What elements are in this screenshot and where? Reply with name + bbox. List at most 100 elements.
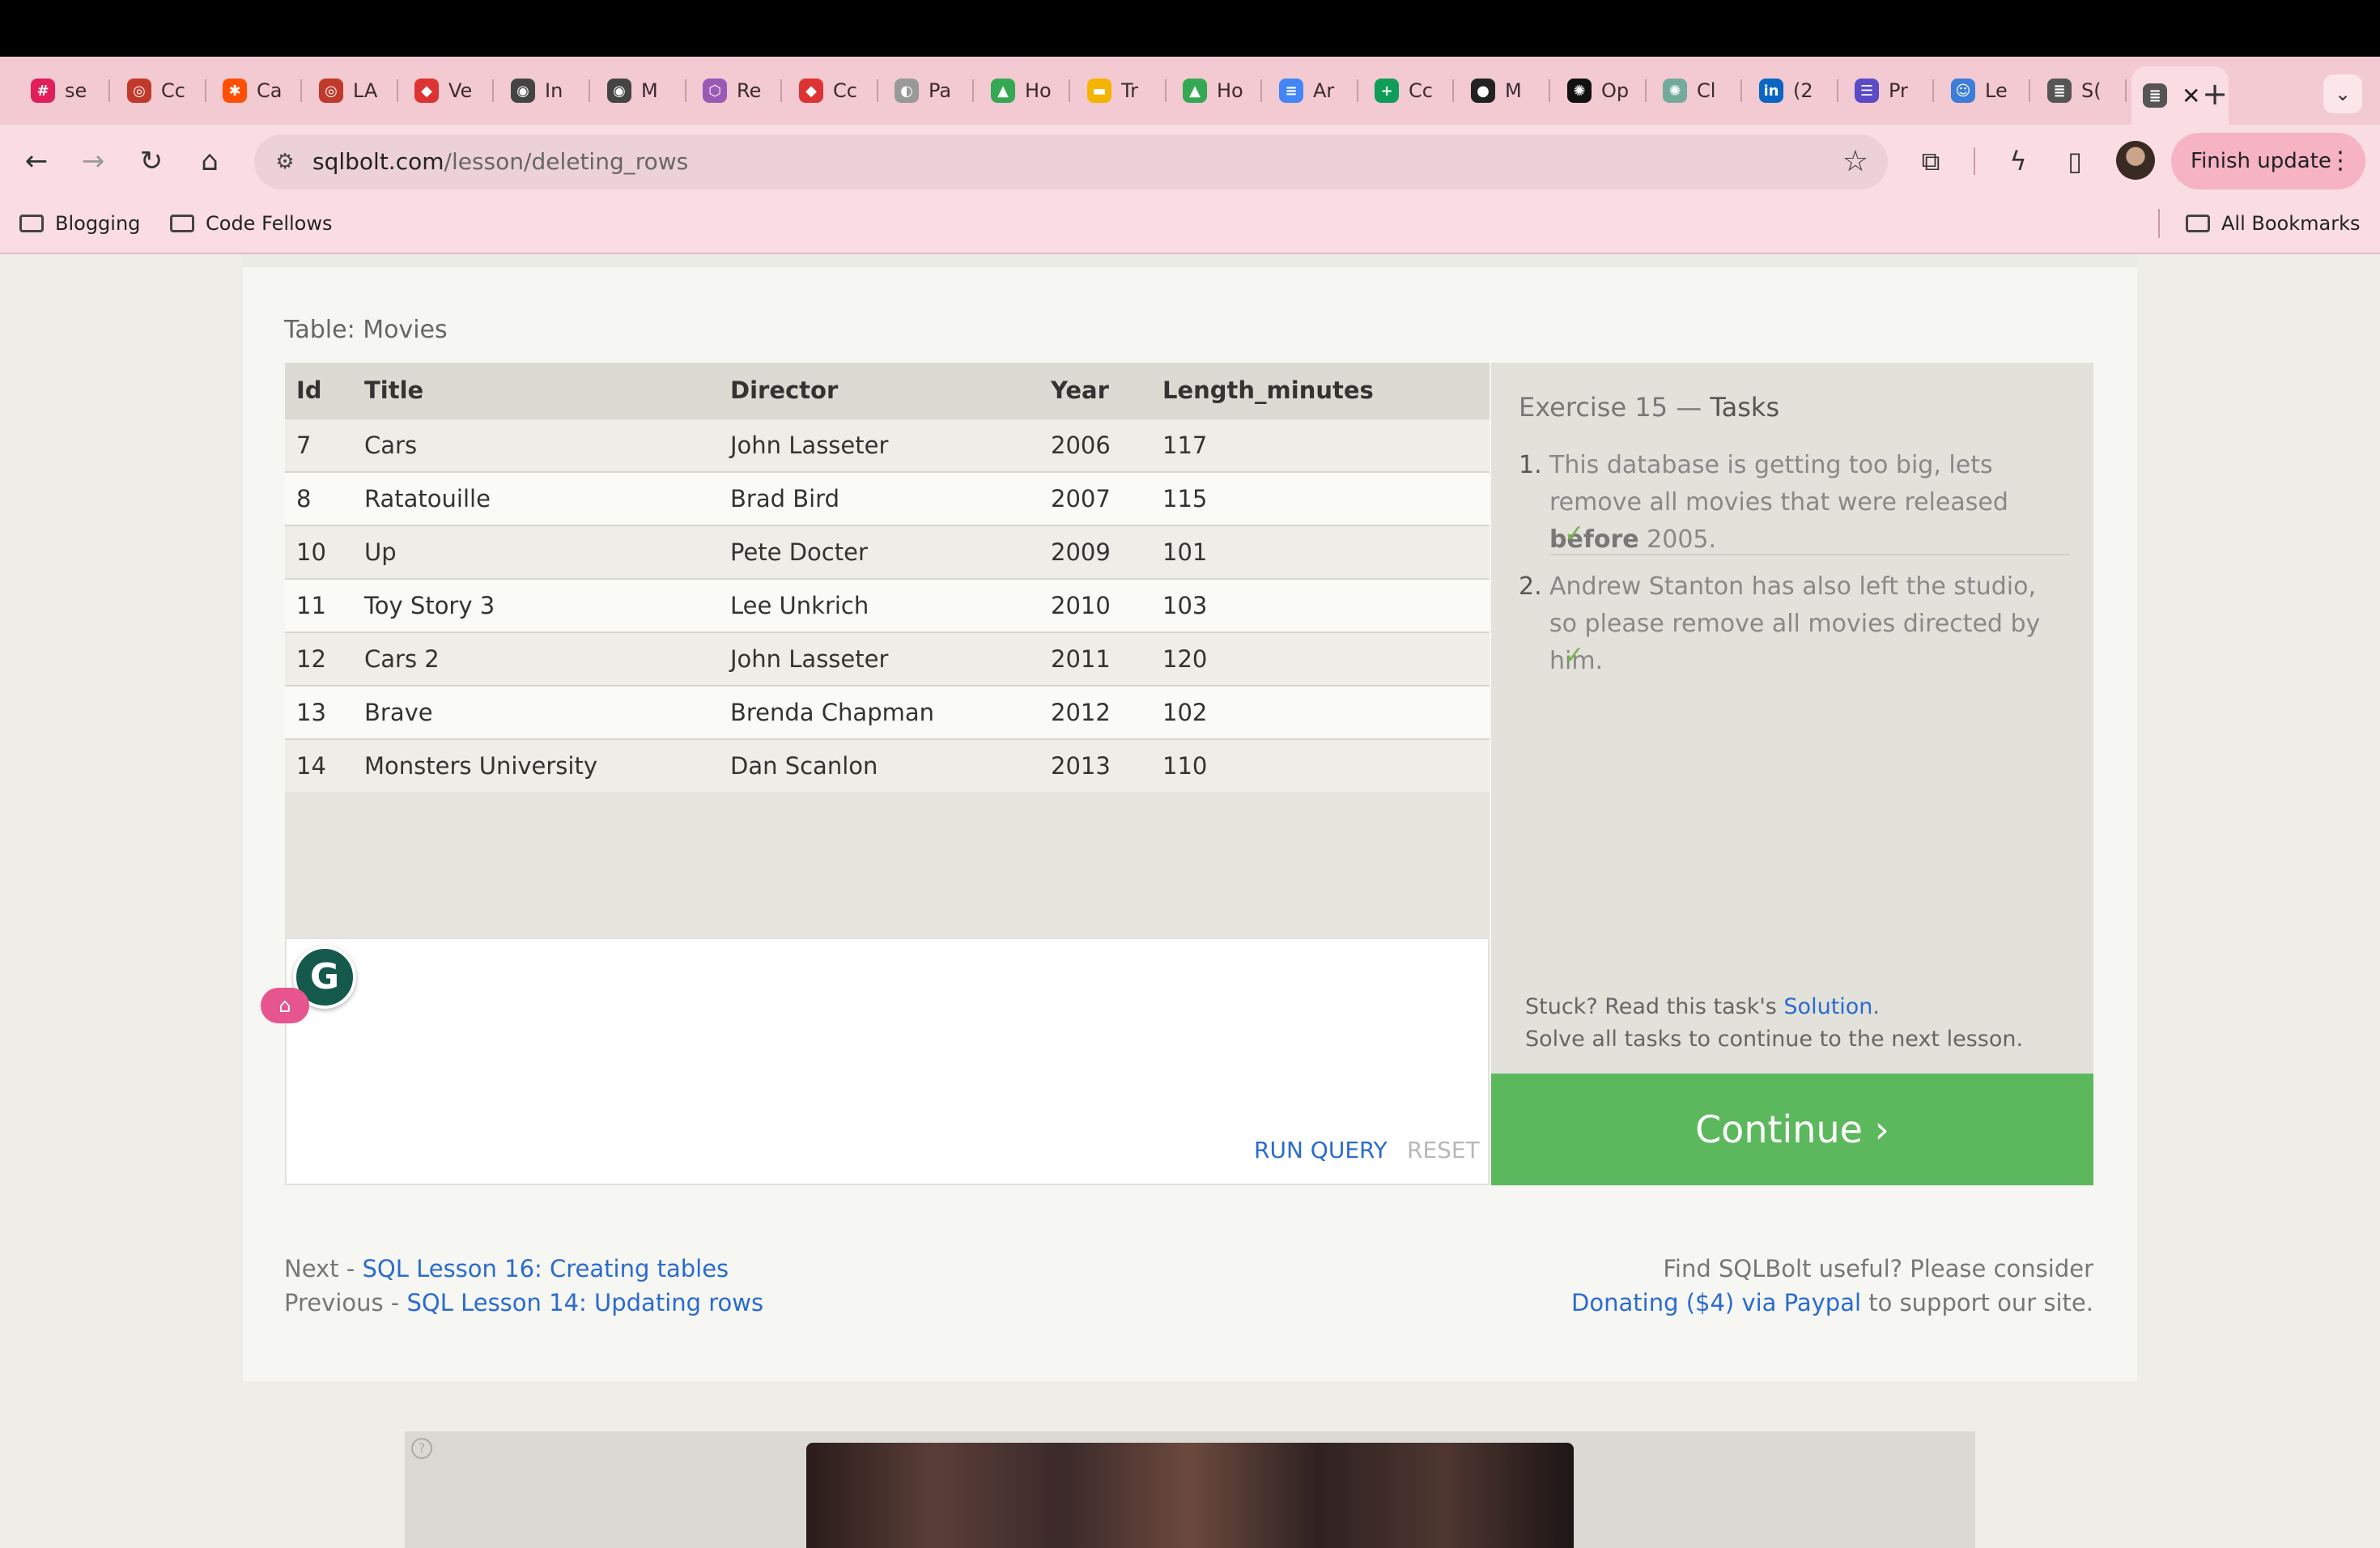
- browser-tab[interactable]: ▲ Ho: [980, 70, 1070, 112]
- url-text[interactable]: sqlbolt.com/lesson/deleting_rows: [312, 146, 688, 178]
- previous-label: Previous -: [284, 1289, 407, 1316]
- continue-button[interactable]: Continue ›: [1491, 1074, 2093, 1185]
- table-cell: Brad Bird: [730, 471, 1051, 525]
- browser-tab[interactable]: ✱ Ca: [211, 70, 302, 112]
- tab-title: (2: [1793, 79, 1813, 102]
- new-tab-button[interactable]: +: [2195, 74, 2234, 113]
- task-text: Andrew Stanton has also left the studio,…: [1549, 572, 2041, 675]
- browser-tab[interactable]: ◎ Cc: [116, 70, 206, 112]
- table-cell: 13: [285, 685, 364, 739]
- tab-separator: [1740, 79, 1742, 102]
- browser-tab[interactable]: ≣ S(: [2036, 70, 2127, 112]
- menu-dots-icon: ⋮: [2328, 147, 2352, 175]
- reload-button[interactable]: ↻: [130, 139, 173, 183]
- table-row: 8 Ratatouille Brad Bird 2007 115: [285, 471, 1490, 525]
- browser-tab[interactable]: ◉ M: [596, 70, 686, 112]
- table-cell: 101: [1162, 525, 1490, 579]
- table-row: 10 Up Pete Docter 2009 101: [285, 525, 1490, 579]
- task-number: 1.: [1519, 451, 1542, 479]
- table-cell: 7: [285, 418, 364, 472]
- tab-title: se: [65, 79, 87, 102]
- finish-update-button[interactable]: Finish update ⋮: [2171, 133, 2365, 189]
- donate-link[interactable]: Donating ($4) via Paypal: [1571, 1289, 1861, 1316]
- table-row: 12 Cars 2 John Lasseter 2011 120: [285, 632, 1490, 686]
- browser-tab[interactable]: ◉ In: [499, 70, 590, 112]
- tab-search-chevron-icon[interactable]: ⌄: [2323, 74, 2362, 113]
- table-cell: Toy Story 3: [364, 578, 730, 632]
- browser-tab[interactable]: + Cc: [1363, 70, 1454, 112]
- task-text-part: 2005.: [1638, 525, 1717, 554]
- browser-tab[interactable]: ⬡ Re: [691, 70, 782, 112]
- table-cell: 10: [285, 525, 364, 579]
- performance-icon[interactable]: ϟ: [1998, 141, 2038, 181]
- tab-separator: [685, 79, 686, 102]
- bookmark-blogging[interactable]: Blogging: [19, 207, 140, 240]
- site-info-icon[interactable]: ⚙: [269, 146, 301, 178]
- url-path: /lesson/deleting_rows: [444, 148, 689, 175]
- database-icon: ≣: [2047, 79, 2072, 103]
- browser-tab[interactable]: ◆ Ve: [403, 70, 494, 112]
- linkedin-icon: in: [1759, 79, 1783, 103]
- tab-title: S(: [2081, 79, 2102, 102]
- bookmark-code-fellows[interactable]: Code Fellows: [170, 207, 332, 240]
- tab-title: In: [545, 79, 563, 102]
- stuck-hint: Stuck? Read this task's Solution. Solve …: [1525, 991, 2023, 1056]
- table-cell: Brenda Chapman: [730, 685, 1051, 739]
- page-content: Table: Movies Id Title Director Year Len…: [0, 254, 2380, 1548]
- browser-tab[interactable]: # se: [19, 70, 110, 112]
- run-query-button[interactable]: RUN QUERY: [1254, 1137, 1388, 1163]
- browser-tab[interactable]: ☰ Pr: [1843, 70, 1934, 112]
- ad-info-icon[interactable]: ?: [411, 1438, 432, 1459]
- previous-lesson-link[interactable]: SQL Lesson 14: Updating rows: [406, 1289, 763, 1316]
- screen-top-bar: [0, 0, 2380, 57]
- browser-tab[interactable]: ▬ Tr: [1076, 70, 1167, 112]
- tab-title: Tr: [1121, 79, 1138, 102]
- tab-separator: [1837, 79, 1838, 102]
- movies-table: Id Title Director Year Length_minutes 7C…: [285, 363, 1490, 792]
- browser-tab[interactable]: ◆ Cc: [788, 70, 878, 112]
- table-row: 7 Cars John Lasseter 2006 117: [285, 418, 1490, 472]
- browser-tab[interactable]: ◐ Pa: [883, 70, 974, 112]
- next-lesson-link[interactable]: SQL Lesson 16: Creating tables: [362, 1255, 729, 1282]
- reset-button[interactable]: RESET: [1407, 1137, 1480, 1163]
- browser-tab[interactable]: ≡ Ar: [1268, 70, 1358, 112]
- cube-icon: ⬡: [703, 79, 727, 103]
- tab-separator: [2125, 79, 2127, 102]
- tab-separator: [1260, 79, 1262, 102]
- back-button[interactable]: ←: [15, 139, 58, 183]
- browser-tab[interactable]: ✺ Op: [1556, 70, 1647, 112]
- tasks-panel: Exercise 15 — Tasks 1. This database is …: [1491, 363, 2093, 1074]
- tab-separator: [1549, 79, 1550, 102]
- ad-video-thumbnail[interactable]: [806, 1443, 1574, 1548]
- browser-tab[interactable]: ✺ Cl: [1651, 70, 1742, 112]
- sheets-plus-icon: +: [1375, 79, 1399, 103]
- browser-tab[interactable]: ◎ LA: [308, 70, 398, 112]
- previous-lesson-line: Previous - SQL Lesson 14: Updating rows: [284, 1286, 763, 1320]
- extension-badge-icon[interactable]: ⌂: [261, 988, 309, 1023]
- all-bookmarks[interactable]: All Bookmarks: [2186, 207, 2360, 240]
- folder-icon: [19, 215, 44, 232]
- advertisement[interactable]: ?: [405, 1431, 1975, 1548]
- list-icon: ☰: [1855, 79, 1879, 103]
- bookmark-star-icon[interactable]: ☆: [1842, 144, 1868, 180]
- tab-separator: [1165, 79, 1167, 102]
- address-bar[interactable]: ⚙ sqlbolt.com/lesson/deleting_rows ☆: [254, 134, 1888, 189]
- table-cell: 12: [285, 632, 364, 686]
- forward-button[interactable]: →: [71, 139, 115, 183]
- task-number: 2.: [1519, 572, 1542, 601]
- extensions-icon[interactable]: ⧉: [1910, 141, 1951, 181]
- browser-tab[interactable]: ● M: [1460, 70, 1550, 112]
- browser-tab[interactable]: ☺ Le: [1940, 70, 2030, 112]
- solution-link[interactable]: Solution: [1783, 994, 1872, 1019]
- home-button[interactable]: ⌂: [188, 139, 232, 183]
- slides-icon: ▬: [1087, 79, 1111, 103]
- donate-line-2: Donating ($4) via Paypal to support our …: [1571, 1286, 2093, 1320]
- donate-line-1: Find SQLBolt useful? Please consider: [1663, 1255, 2093, 1282]
- browser-tab[interactable]: ▲ Ho: [1171, 70, 1262, 112]
- browser-tab[interactable]: in (2: [1748, 70, 1838, 112]
- tab-title: Pa: [929, 79, 952, 102]
- task-text-part: This database is getting too big, lets r…: [1549, 451, 2008, 517]
- side-panel-icon[interactable]: ▯: [2055, 141, 2095, 181]
- profile-avatar[interactable]: [2116, 141, 2155, 180]
- tab-title: Ca: [257, 79, 283, 102]
